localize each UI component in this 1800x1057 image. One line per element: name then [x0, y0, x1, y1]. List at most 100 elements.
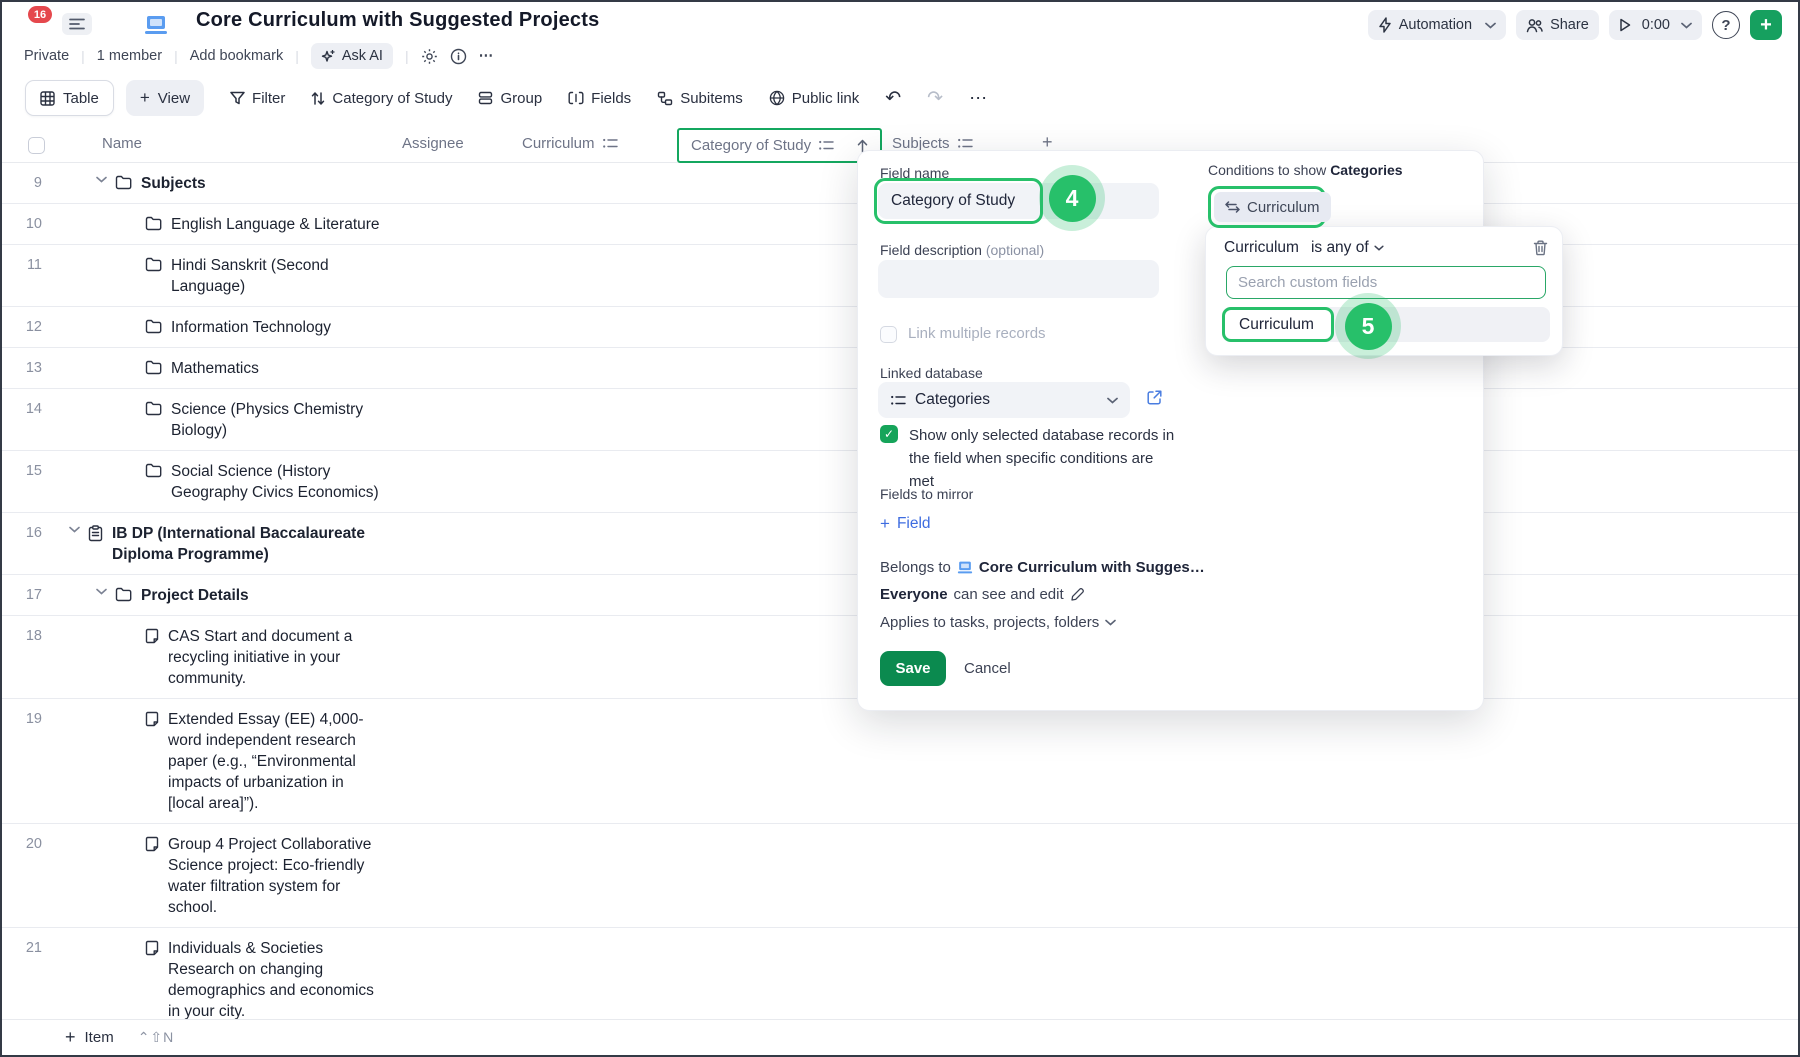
search-custom-fields-input[interactable]: [1226, 266, 1546, 299]
column-header-assignee[interactable]: Assignee: [402, 135, 464, 152]
filter-button[interactable]: Filter: [230, 90, 285, 107]
public-link-button[interactable]: Public link: [769, 90, 860, 107]
select-all-checkbox[interactable]: [28, 137, 45, 154]
belongs-to-row: Belongs to Core Curriculum with Sugges…: [880, 559, 1205, 576]
show-only-selected-row[interactable]: ✓ Show only selected database records in…: [880, 424, 1180, 493]
multiselect-icon: [890, 394, 906, 407]
cancel-button[interactable]: Cancel: [964, 660, 1011, 677]
row-number: 21: [2, 938, 42, 959]
table-view-button[interactable]: Table: [25, 80, 114, 116]
notification-badge: 16: [28, 6, 52, 23]
condition-rule-row: Curriculum is any of: [1224, 239, 1548, 257]
chevron-down-icon[interactable]: [1485, 22, 1496, 29]
folder-icon: [145, 401, 162, 416]
applies-to-row[interactable]: Applies to tasks, projects, folders: [880, 614, 1116, 631]
save-button[interactable]: Save: [880, 651, 946, 686]
play-icon[interactable]: [1619, 18, 1631, 32]
table-row[interactable]: 19 Extended Essay (EE) 4,000-word indepe…: [2, 699, 1798, 824]
share-button[interactable]: Share: [1516, 10, 1599, 40]
column-header-name[interactable]: Name: [102, 135, 142, 152]
redo-icon[interactable]: ↷: [927, 87, 943, 110]
table-row[interactable]: 20 Group 4 Project Collaborative Science…: [2, 824, 1798, 928]
fields-button[interactable]: Fields: [568, 90, 631, 107]
checked-checkbox-icon[interactable]: ✓: [880, 425, 898, 443]
swap-icon: [1225, 201, 1240, 213]
page-icon: [145, 940, 159, 956]
row-number: 11: [2, 255, 42, 276]
condition-field-chip[interactable]: Curriculum: [1214, 192, 1331, 222]
field-option-row[interactable]: Curriculum: [1222, 307, 1550, 342]
add-view-button[interactable]: + View: [126, 80, 204, 116]
members-label[interactable]: 1 member: [97, 48, 162, 64]
subitems-button[interactable]: Subitems: [657, 90, 743, 107]
row-number: 14: [2, 399, 42, 420]
conditions-title: Conditions to show Categories: [1208, 162, 1403, 178]
row-title[interactable]: Hindi Sanskrit (Second Language): [171, 255, 380, 297]
folder-icon: [145, 463, 162, 478]
page-icon: [145, 628, 159, 644]
column-header-category-of-study[interactable]: Category of Study: [677, 128, 882, 163]
external-link-icon[interactable]: [1146, 389, 1163, 406]
row-title[interactable]: Project Details: [141, 585, 371, 606]
link-multiple-records-row[interactable]: Link multiple records: [880, 325, 1046, 343]
add-mirror-field-button[interactable]: + Field: [880, 514, 931, 534]
row-title[interactable]: Social Science (History Geography Civics…: [171, 461, 380, 503]
info-icon[interactable]: [450, 48, 467, 65]
footer-bar: + Item ⌃⇧N: [2, 1019, 1798, 1055]
checkbox-icon[interactable]: [880, 326, 897, 343]
settings-gear-icon[interactable]: [421, 48, 438, 65]
bolt-icon: [1378, 17, 1392, 33]
chevron-down-icon[interactable]: [96, 588, 107, 595]
ask-ai-button[interactable]: Ask AI: [311, 43, 393, 69]
group-icon: [478, 91, 493, 105]
more-options-icon[interactable]: ⋯: [479, 48, 496, 64]
table-row[interactable]: 21 Individuals & Societies Research on c…: [2, 928, 1798, 1032]
row-number: 15: [2, 461, 42, 482]
column-header-curriculum[interactable]: Curriculum: [522, 135, 618, 152]
view-toolbar: Table + View Filter Category of Study Gr…: [25, 80, 989, 116]
create-new-button[interactable]: +: [1750, 10, 1782, 40]
top-bar: 16 Core Curriculum with Suggested Projec…: [2, 2, 1798, 42]
multiselect-icon: [957, 137, 973, 150]
chevron-down-icon[interactable]: [69, 526, 80, 533]
row-title[interactable]: English Language & Literature: [171, 214, 380, 235]
undo-icon[interactable]: ↶: [885, 87, 901, 110]
group-button[interactable]: Group: [478, 90, 542, 107]
timer-button[interactable]: 0:00: [1609, 10, 1702, 40]
fields-icon: [568, 91, 584, 105]
toolbar-more-icon[interactable]: ⋯: [969, 88, 989, 109]
row-title[interactable]: CAS Start and document a recycling initi…: [168, 626, 377, 689]
rule-operator[interactable]: is any of: [1311, 239, 1384, 257]
rule-field[interactable]: Curriculum: [1224, 239, 1299, 257]
page-icon: [145, 711, 159, 727]
chevron-down-icon[interactable]: [1681, 22, 1692, 29]
field-name-label: Field name: [880, 165, 949, 181]
row-title[interactable]: Science (Physics Chemistry Biology): [171, 399, 380, 441]
meta-row: Private | 1 member | Add bookmark | Ask …: [24, 42, 495, 70]
add-item-button[interactable]: + Item: [65, 1027, 114, 1048]
field-name-input[interactable]: Category of Study: [878, 183, 1159, 219]
linked-database-select[interactable]: Categories: [878, 382, 1130, 418]
pencil-icon[interactable]: [1070, 587, 1085, 602]
help-button[interactable]: ?: [1712, 11, 1740, 39]
row-title[interactable]: Individuals & Societies Research on chan…: [168, 938, 377, 1022]
field-description-input[interactable]: [878, 260, 1159, 298]
add-bookmark-button[interactable]: Add bookmark: [190, 48, 284, 64]
trash-icon[interactable]: [1533, 240, 1548, 256]
row-title[interactable]: Information Technology: [171, 317, 380, 338]
field-option-curriculum[interactable]: Curriculum: [1222, 307, 1334, 342]
chevron-down-icon[interactable]: [96, 176, 107, 183]
row-title[interactable]: Mathematics: [171, 358, 380, 379]
row-title[interactable]: Extended Essay (EE) 4,000-word independe…: [168, 709, 377, 814]
row-title[interactable]: Group 4 Project Collaborative Science pr…: [168, 834, 377, 918]
folder-icon: [115, 587, 132, 602]
privacy-label[interactable]: Private: [24, 48, 69, 64]
row-title[interactable]: IB DP (International Baccalaureate Diplo…: [112, 523, 394, 565]
row-number: 9: [2, 173, 42, 194]
condition-popover: Curriculum is any of Curriculum: [1205, 226, 1563, 356]
sidebar-toggle-icon[interactable]: [62, 13, 92, 35]
automation-button[interactable]: Automation: [1368, 10, 1506, 40]
sort-button[interactable]: Category of Study: [311, 90, 452, 107]
document-icon: [144, 15, 168, 35]
row-title[interactable]: Subjects: [141, 173, 371, 194]
